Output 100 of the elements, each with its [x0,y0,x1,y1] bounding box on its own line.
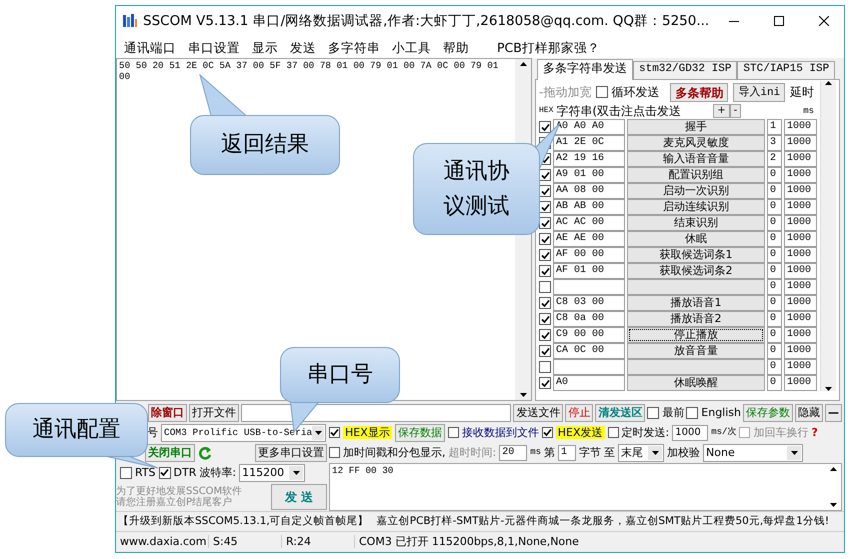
tab[interactable]: STC/IAP15 ISP [737,61,836,79]
checkbox[interactable] [158,466,171,478]
tab[interactable]: 多条字符串发送 [537,59,633,80]
checkbox[interactable] [539,377,551,389]
order-field[interactable]: 0 [767,183,782,199]
checkbox[interactable] [539,233,551,245]
checksum-dropdown[interactable]: None [703,444,804,462]
order-field[interactable]: 2 [767,151,782,167]
save-data-button[interactable]: 保存数据 [394,424,445,442]
dropdown-arrow-icon[interactable] [790,450,798,454]
delay-field[interactable]: 1000 [784,231,817,247]
data-field[interactable]: AE AE 00 [553,231,625,247]
delay-field[interactable]: 1000 [784,215,817,231]
order-field[interactable]: 0 [767,231,782,247]
checkbox[interactable] [539,297,551,309]
order-field[interactable]: 0 [767,375,782,391]
send-row-button[interactable]: 休眠 [627,231,765,247]
menu-item[interactable]: PCB打样那家强？ [497,40,600,54]
menu-item[interactable]: 帮助 [443,40,469,54]
checkbox[interactable] [542,427,553,438]
order-field[interactable]: 0 [767,263,782,279]
checkbox[interactable] [596,86,608,98]
data-field[interactable] [553,359,625,375]
delay-field[interactable]: 1000 [784,295,817,311]
send-row-button[interactable]: 停止播放 [627,327,765,343]
delay-field[interactable]: 1000 [784,119,817,135]
send-row-button[interactable]: 配置识别组 [627,167,765,183]
data-field[interactable]: CA 0C 00 [553,343,625,359]
checkbox[interactable] [539,361,551,373]
data-field[interactable]: A9 01 00 [553,167,625,183]
end-dropdown[interactable]: 末尾 [618,444,664,462]
send-file-button[interactable]: 发送文件 [513,404,564,422]
checkbox[interactable] [686,406,698,418]
order-field[interactable]: 0 [767,199,782,215]
maximize-icon[interactable] [774,16,784,26]
order-field[interactable]: 0 [767,295,782,311]
order-field[interactable]: 1 [767,119,782,135]
send-row-button[interactable]: 启动连续识别 [627,199,765,215]
file-path-field[interactable] [241,404,512,422]
delay-field[interactable]: 1000 [784,343,817,359]
checkbox[interactable] [448,427,459,438]
data-field[interactable]: C8 0a 00 [553,311,625,327]
data-field[interactable]: AB AB 00 [553,199,625,215]
stop-button[interactable]: 停止 [565,404,594,422]
menu-item[interactable]: 多字符串 [328,40,380,54]
checkbox[interactable] [329,427,340,438]
start-byte-field[interactable]: 1 [558,444,576,460]
order-field[interactable]: 0 [767,359,782,375]
checkbox[interactable] [539,185,551,197]
close-port-button[interactable]: 关闭串口 [145,444,195,462]
add-button[interactable]: + [713,104,730,118]
dropdown-arrow-icon[interactable] [314,430,322,434]
checkbox[interactable] [539,329,551,341]
scroll-up-icon[interactable] [520,62,526,66]
delay-field[interactable]: 1000 [784,263,817,279]
scroll-down-icon[interactable] [520,393,526,397]
clear-send-button[interactable]: 清发送区 [595,404,646,422]
clear-window-button[interactable]: 除窗口 [148,404,187,422]
checkbox[interactable] [539,121,551,133]
send-row-button[interactable]: 播放语音2 [627,311,765,327]
delay-field[interactable]: 1000 [784,135,817,151]
data-field[interactable]: AF 00 00 [553,247,625,263]
help-button[interactable]: 多条帮助 [670,83,728,102]
dropdown-arrow-icon[interactable] [292,470,300,474]
checkbox[interactable] [539,201,551,213]
checkbox[interactable] [647,406,660,418]
order-field[interactable]: 0 [767,215,782,231]
order-field[interactable]: 0 [767,167,782,183]
order-field[interactable]: 0 [767,247,782,263]
delay-field[interactable]: 1000 [784,183,817,199]
collapse-button[interactable]: — [825,404,842,422]
send-row-button[interactable]: 输入语音音量 [627,151,765,167]
send-row-button[interactable]: 休眠唤醒 [627,375,765,391]
menu-item[interactable]: 串口设置 [188,40,240,54]
delay-field[interactable]: 1000 [784,375,817,391]
order-field[interactable]: 0 [767,343,782,359]
more-settings-button[interactable]: 更多串口设置 [255,444,327,462]
data-field[interactable]: C8 03 00 [553,295,625,311]
help-icon[interactable]: ? [811,426,818,440]
checkbox[interactable] [539,281,551,293]
menu-item[interactable]: 小工具 [392,40,431,54]
checkbox[interactable] [539,249,551,261]
open-file-button[interactable]: 打开文件 [189,404,239,422]
delay-field[interactable]: 1000 [784,199,817,215]
data-field[interactable]: AA 08 00 [553,183,625,199]
refresh-icon[interactable] [198,446,212,460]
menu-item[interactable]: 显示 [252,40,278,54]
send-row-button[interactable]: 放音音量 [627,343,765,359]
delay-field[interactable]: 1000 [784,167,817,183]
dropdown-arrow-icon[interactable] [652,450,659,454]
port-dropdown[interactable]: COM3 Prolific USB-to-Seria [161,424,326,442]
checkbox[interactable] [539,313,551,325]
send-row-button[interactable]: 获取候选词条1 [627,247,765,263]
save-settings-button[interactable]: 保存参数 [743,404,793,422]
send-row-button[interactable]: 播放语音1 [627,295,765,311]
hide-button[interactable]: 隐藏 [795,404,823,422]
remove-button[interactable]: - [730,104,742,118]
delay-field[interactable]: 1000 [784,279,817,295]
checkbox[interactable] [539,217,551,229]
close-icon[interactable] [819,16,830,26]
